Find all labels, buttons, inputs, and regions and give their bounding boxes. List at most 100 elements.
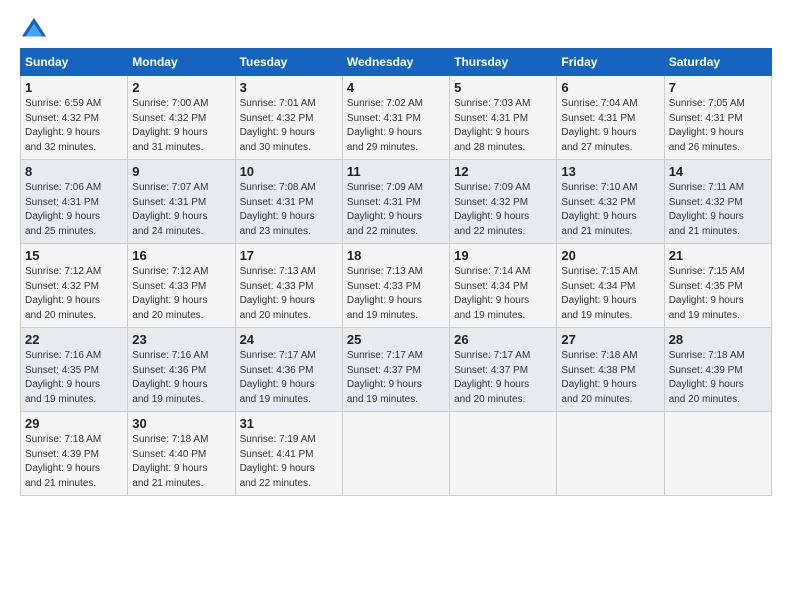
calendar-cell: 6 Sunrise: 7:04 AM Sunset: 4:31 PM Daylig… (557, 76, 664, 160)
calendar-cell: 18 Sunrise: 7:13 AM Sunset: 4:33 PM Dayli… (342, 244, 449, 328)
week-row-1: 1 Sunrise: 6:59 AM Sunset: 4:32 PM Daylig… (21, 76, 772, 160)
day-info: Sunrise: 7:02 AM Sunset: 4:31 PM Dayligh… (347, 97, 445, 155)
day-number: 31 (240, 416, 338, 431)
week-row-2: 8Sunrise: 7:06 AM Sunset: 4:31 PM Daylig… (21, 160, 772, 244)
calendar-cell: 28 Sunrise: 7:18 AM Sunset: 4:39 PM Dayli… (664, 328, 771, 412)
calendar-cell: 25 Sunrise: 7:17 AM Sunset: 4:37 PM Dayli… (342, 328, 449, 412)
calendar-cell: 21 Sunrise: 7:15 AM Sunset: 4:35 PM Dayli… (664, 244, 771, 328)
day-number: 29 (25, 416, 123, 431)
col-header-thursday: Thursday (450, 49, 557, 76)
page: SundayMondayTuesdayWednesdayThursdayFrid… (0, 0, 792, 506)
day-info: Sunrise: 6:59 AM Sunset: 4:32 PM Dayligh… (25, 97, 123, 155)
logo (20, 16, 52, 44)
calendar-cell: 19 Sunrise: 7:14 AM Sunset: 4:34 PM Dayli… (450, 244, 557, 328)
week-row-5: 29 Sunrise: 7:18 AM Sunset: 4:39 PM Dayli… (21, 412, 772, 496)
day-number: 18 (347, 248, 445, 263)
day-info: Sunrise: 7:07 AM Sunset: 4:31 PM Dayligh… (132, 181, 230, 239)
day-number: 25 (347, 332, 445, 347)
calendar-cell: 29 Sunrise: 7:18 AM Sunset: 4:39 PM Dayli… (21, 412, 128, 496)
calendar-cell: 27 Sunrise: 7:18 AM Sunset: 4:38 PM Dayli… (557, 328, 664, 412)
calendar-cell: 11Sunrise: 7:09 AM Sunset: 4:31 PM Dayli… (342, 160, 449, 244)
calendar-cell: 5 Sunrise: 7:03 AM Sunset: 4:31 PM Daylig… (450, 76, 557, 160)
day-number: 17 (240, 248, 338, 263)
logo-icon (20, 16, 48, 44)
day-info: Sunrise: 7:03 AM Sunset: 4:31 PM Dayligh… (454, 97, 552, 155)
calendar-cell: 17 Sunrise: 7:13 AM Sunset: 4:33 PM Dayli… (235, 244, 342, 328)
day-info: Sunrise: 7:15 AM Sunset: 4:35 PM Dayligh… (669, 265, 767, 323)
day-number: 4 (347, 80, 445, 95)
day-number: 22 (25, 332, 123, 347)
calendar-cell: 4 Sunrise: 7:02 AM Sunset: 4:31 PM Daylig… (342, 76, 449, 160)
col-header-tuesday: Tuesday (235, 49, 342, 76)
day-number: 6 (561, 80, 659, 95)
day-number: 2 (132, 80, 230, 95)
col-header-sunday: Sunday (21, 49, 128, 76)
day-info: Sunrise: 7:12 AM Sunset: 4:32 PM Dayligh… (25, 265, 123, 323)
day-number: 15 (25, 248, 123, 263)
calendar-cell (450, 412, 557, 496)
calendar-cell: 7Sunrise: 7:05 AM Sunset: 4:31 PM Daylig… (664, 76, 771, 160)
day-info: Sunrise: 7:04 AM Sunset: 4:31 PM Dayligh… (561, 97, 659, 155)
calendar-cell (557, 412, 664, 496)
day-number: 27 (561, 332, 659, 347)
calendar-cell: 30Sunrise: 7:18 AM Sunset: 4:40 PM Dayli… (128, 412, 235, 496)
day-number: 14 (669, 164, 767, 179)
calendar-cell: 3 Sunrise: 7:01 AM Sunset: 4:32 PM Daylig… (235, 76, 342, 160)
day-number: 12 (454, 164, 552, 179)
day-info: Sunrise: 7:16 AM Sunset: 4:36 PM Dayligh… (132, 349, 230, 407)
header-row: SundayMondayTuesdayWednesdayThursdayFrid… (21, 49, 772, 76)
calendar-cell: 9 Sunrise: 7:07 AM Sunset: 4:31 PM Daylig… (128, 160, 235, 244)
col-header-friday: Friday (557, 49, 664, 76)
calendar-cell: 14 Sunrise: 7:11 AM Sunset: 4:32 PM Dayli… (664, 160, 771, 244)
col-header-wednesday: Wednesday (342, 49, 449, 76)
week-row-3: 15 Sunrise: 7:12 AM Sunset: 4:32 PM Dayli… (21, 244, 772, 328)
day-number: 23 (132, 332, 230, 347)
day-number: 13 (561, 164, 659, 179)
day-number: 5 (454, 80, 552, 95)
calendar-cell: 24Sunrise: 7:17 AM Sunset: 4:36 PM Dayli… (235, 328, 342, 412)
calendar-cell: 22Sunrise: 7:16 AM Sunset: 4:35 PM Dayli… (21, 328, 128, 412)
calendar-cell (342, 412, 449, 496)
calendar-cell: 31 Sunrise: 7:19 AM Sunset: 4:41 PM Dayli… (235, 412, 342, 496)
day-info: Sunrise: 7:13 AM Sunset: 4:33 PM Dayligh… (347, 265, 445, 323)
calendar-cell: 20Sunrise: 7:15 AM Sunset: 4:34 PM Dayli… (557, 244, 664, 328)
day-info: Sunrise: 7:12 AM Sunset: 4:33 PM Dayligh… (132, 265, 230, 323)
calendar-cell: 10 Sunrise: 7:08 AM Sunset: 4:31 PM Dayli… (235, 160, 342, 244)
day-info: Sunrise: 7:00 AM Sunset: 4:32 PM Dayligh… (132, 97, 230, 155)
day-info: Sunrise: 7:19 AM Sunset: 4:41 PM Dayligh… (240, 433, 338, 491)
calendar-cell: 2 Sunrise: 7:00 AM Sunset: 4:32 PM Daylig… (128, 76, 235, 160)
day-number: 26 (454, 332, 552, 347)
day-info: Sunrise: 7:01 AM Sunset: 4:32 PM Dayligh… (240, 97, 338, 155)
calendar-cell (664, 412, 771, 496)
day-info: Sunrise: 7:14 AM Sunset: 4:34 PM Dayligh… (454, 265, 552, 323)
header (20, 16, 772, 44)
day-number: 1 (25, 80, 123, 95)
day-number: 7 (669, 80, 767, 95)
day-number: 24 (240, 332, 338, 347)
calendar-cell: 8Sunrise: 7:06 AM Sunset: 4:31 PM Daylig… (21, 160, 128, 244)
week-row-4: 22Sunrise: 7:16 AM Sunset: 4:35 PM Dayli… (21, 328, 772, 412)
day-info: Sunrise: 7:18 AM Sunset: 4:39 PM Dayligh… (669, 349, 767, 407)
day-info: Sunrise: 7:18 AM Sunset: 4:38 PM Dayligh… (561, 349, 659, 407)
day-info: Sunrise: 7:08 AM Sunset: 4:31 PM Dayligh… (240, 181, 338, 239)
day-number: 19 (454, 248, 552, 263)
calendar-cell: 26Sunrise: 7:17 AM Sunset: 4:37 PM Dayli… (450, 328, 557, 412)
calendar-cell: 15 Sunrise: 7:12 AM Sunset: 4:32 PM Dayli… (21, 244, 128, 328)
calendar-cell: 16Sunrise: 7:12 AM Sunset: 4:33 PM Dayli… (128, 244, 235, 328)
day-number: 10 (240, 164, 338, 179)
day-info: Sunrise: 7:09 AM Sunset: 4:32 PM Dayligh… (454, 181, 552, 239)
day-info: Sunrise: 7:13 AM Sunset: 4:33 PM Dayligh… (240, 265, 338, 323)
day-number: 9 (132, 164, 230, 179)
day-info: Sunrise: 7:11 AM Sunset: 4:32 PM Dayligh… (669, 181, 767, 239)
calendar-cell: 13Sunrise: 7:10 AM Sunset: 4:32 PM Dayli… (557, 160, 664, 244)
calendar-cell: 23 Sunrise: 7:16 AM Sunset: 4:36 PM Dayli… (128, 328, 235, 412)
day-number: 21 (669, 248, 767, 263)
col-header-saturday: Saturday (664, 49, 771, 76)
day-number: 28 (669, 332, 767, 347)
day-info: Sunrise: 7:18 AM Sunset: 4:40 PM Dayligh… (132, 433, 230, 491)
calendar-table: SundayMondayTuesdayWednesdayThursdayFrid… (20, 48, 772, 496)
day-number: 3 (240, 80, 338, 95)
day-info: Sunrise: 7:18 AM Sunset: 4:39 PM Dayligh… (25, 433, 123, 491)
day-info: Sunrise: 7:17 AM Sunset: 4:37 PM Dayligh… (347, 349, 445, 407)
col-header-monday: Monday (128, 49, 235, 76)
